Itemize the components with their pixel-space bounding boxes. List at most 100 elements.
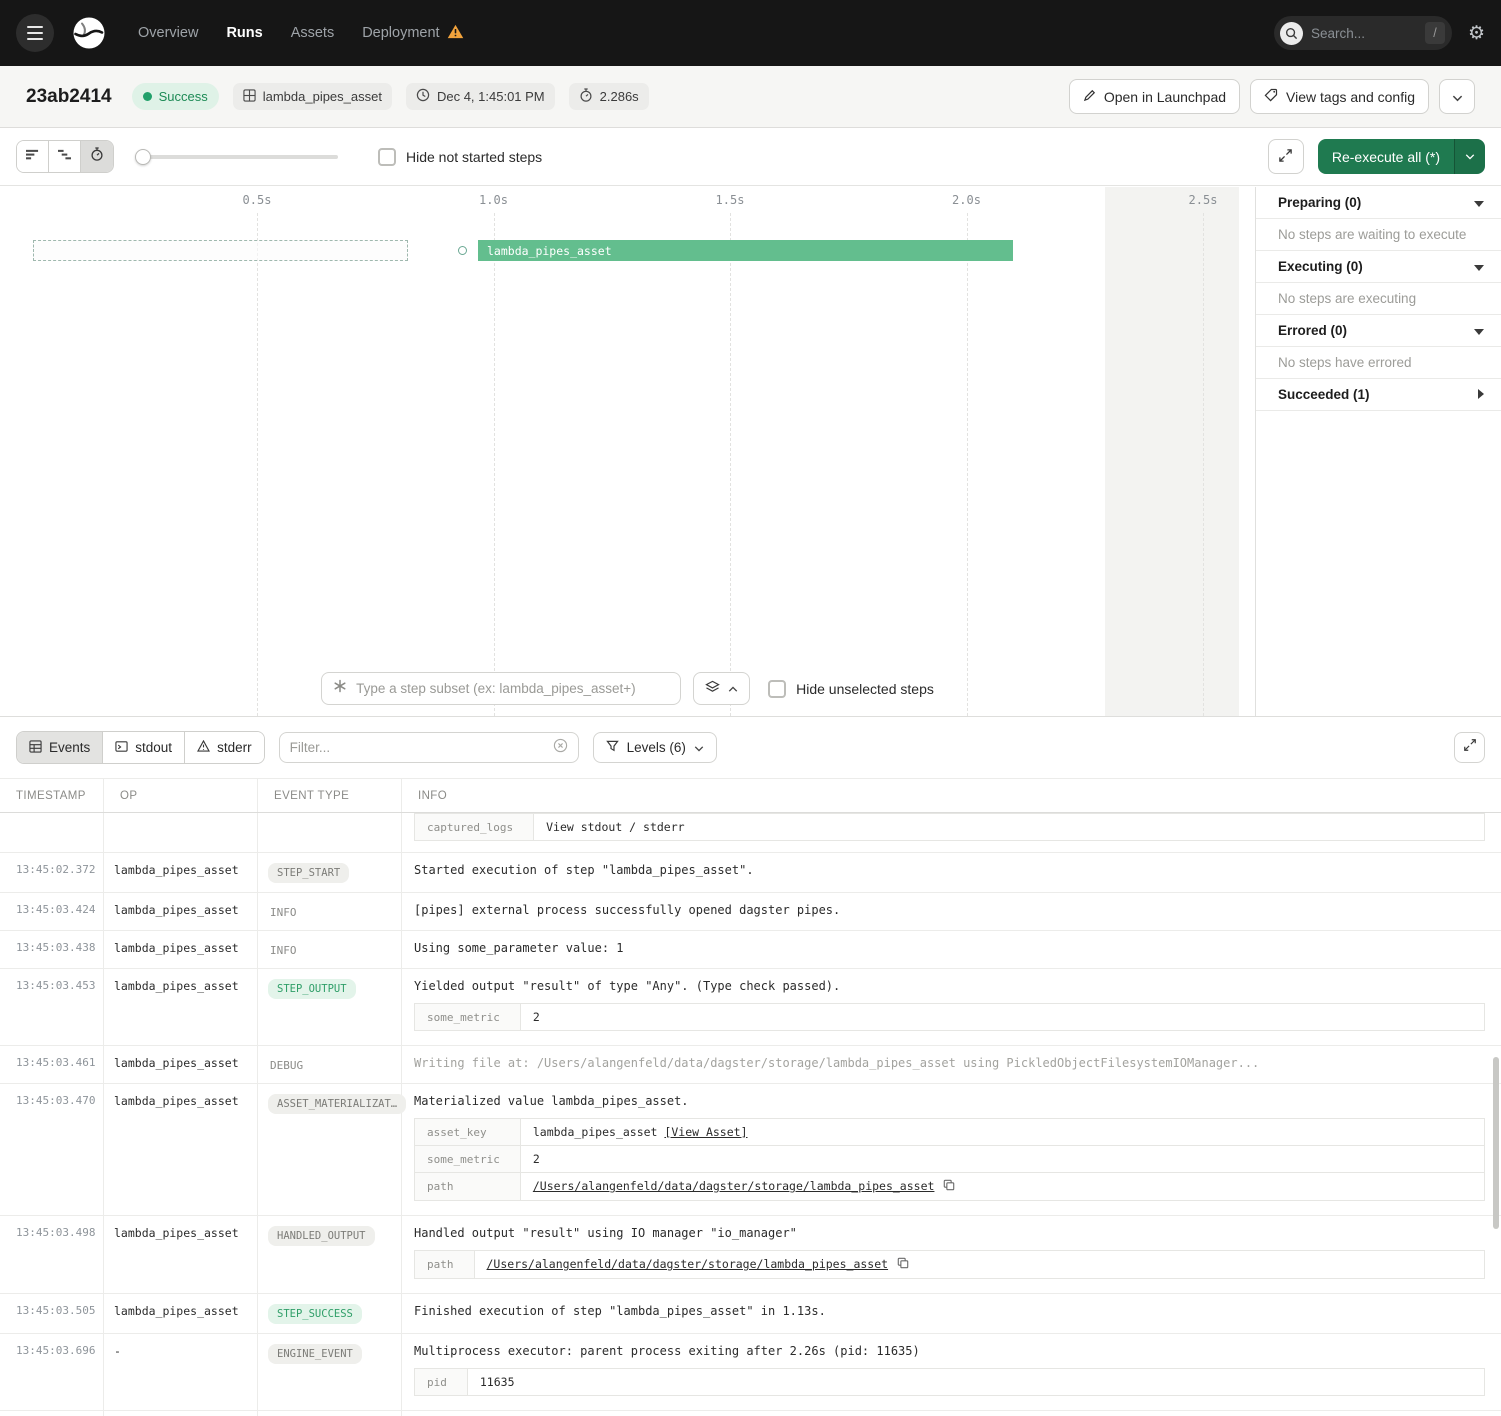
metadata-value: View stdout / stderr [534,814,1485,841]
metadata-value: /Users/alangenfeld/data/dagster/storage/… [474,1251,1485,1279]
axis-tick-label: 1.5s [716,193,745,207]
step-subset-input[interactable] [356,681,669,696]
metadata-key: some_metric [415,1146,521,1173]
view-tags-config-button[interactable]: View tags and config [1250,79,1429,114]
zoom-slider-knob[interactable] [135,149,151,165]
metadata-value: lambda_pipes_asset [View Asset] [520,1119,1484,1146]
graph-query-toggle-button[interactable] [693,672,750,705]
metadata-row: path/Users/alangenfeld/data/dagster/stor… [415,1173,1485,1201]
log-timestamp: 13:45:03.696 [0,1334,104,1410]
metadata-key: path [415,1251,475,1279]
nav-item-deployment[interactable]: Deployment [362,24,463,43]
gantt-unselected-range[interactable] [33,240,408,261]
log-info-text: Multiprocess executor: parent process ex… [414,1344,1485,1358]
column-header-timestamp[interactable]: TIMESTAMP [0,779,104,812]
op-selector-icon [333,679,347,698]
log-info-text: Started execution of step "lambda_pipes_… [414,863,1485,877]
metadata-link[interactable]: /Users/alangenfeld/data/dagster/storage/… [533,1179,935,1193]
gantt-fullscreen-button[interactable] [1268,139,1304,174]
log-event-type: INFO [258,931,402,968]
log-row[interactable]: 13:45:03.424lambda_pipes_assetINFO[pipes… [0,893,1501,931]
hide-not-started-checkbox[interactable] [378,148,396,166]
axis-tick-label: 2.0s [952,193,981,207]
metadata-row: path/Users/alangenfeld/data/dagster/stor… [415,1251,1485,1279]
nav-item-assets[interactable]: Assets [291,25,335,41]
log-filter-input[interactable] [290,740,545,755]
log-tabs: Events stdout stderr [16,731,265,764]
metadata-table: some_metric2 [414,1003,1485,1031]
log-row[interactable]: 13:45:03.453lambda_pipes_assetSTEP_OUTPU… [0,969,1501,1046]
log-row[interactable]: 13:45:03.696-ENGINE_EVENT Multiprocess ex… [0,1334,1501,1411]
step-subset-field[interactable] [321,672,681,705]
dagster-logo-icon[interactable] [68,12,110,54]
event-type-badge: HANDLED_OUTPUT [268,1226,375,1246]
hamburger-menu-icon[interactable] [16,14,54,52]
view-mode-timed-button[interactable] [81,141,113,172]
log-row[interactable]: 13:45:03.701-RUN_SUCCESSFinished executi… [0,1411,1501,1416]
hide-unselected-checkbox[interactable] [768,680,786,698]
column-header-info[interactable]: INFO [402,779,1501,812]
open-in-launchpad-button[interactable]: Open in Launchpad [1069,79,1240,114]
log-op [104,813,258,852]
log-info-text: Yielded output "result" of type "Any". (… [414,979,1485,993]
header-more-button[interactable] [1439,79,1475,114]
section-executing[interactable]: Executing (0) [1256,251,1501,283]
log-row[interactable]: 13:45:02.372lambda_pipes_assetSTEP_START… [0,853,1501,893]
metadata-link[interactable]: /Users/alangenfeld/data/dagster/storage/… [487,1257,889,1271]
copy-icon[interactable] [943,1179,955,1194]
gantt-step-bar[interactable]: lambda_pipes_asset [478,240,1013,261]
events-table-body: captured_logsView stdout / stderr13:45:0… [0,813,1501,1416]
gantt-toolbar-right: Re-execute all (*) [1268,139,1485,174]
metadata-row: some_metric2 [415,1146,1485,1173]
metadata-link[interactable]: [View Asset] [664,1125,747,1139]
section-succeeded[interactable]: Succeeded (1) [1256,379,1501,411]
expand-icon [1278,148,1293,166]
tab-stderr[interactable]: stderr [185,732,264,763]
log-op: - [104,1334,258,1410]
logs-toolbar: Events stdout stderr Levels (6) [0,717,1501,779]
log-op: lambda_pipes_asset [104,1216,258,1293]
logs-scrollbar[interactable] [1493,1057,1499,1229]
tab-stdout[interactable]: stdout [103,732,185,763]
expand-icon [1463,738,1477,757]
view-mode-waterfall-button[interactable] [49,141,81,172]
log-info: Yielded output "result" of type "Any". (… [402,969,1501,1045]
log-row[interactable]: 13:45:03.498lambda_pipes_assetHANDLED_OU… [0,1216,1501,1294]
search-input[interactable] [1311,26,1417,41]
nav-item-overview[interactable]: Overview [138,25,198,41]
event-type-badge: STEP_SUCCESS [268,1304,362,1324]
copy-icon[interactable] [897,1257,909,1272]
event-type-badge: ENGINE_EVENT [268,1344,362,1364]
column-header-op[interactable]: OP [104,779,258,812]
chevron-down-icon [1474,323,1484,338]
log-row[interactable]: captured_logsView stdout / stderr [0,813,1501,853]
log-event-type: STEP_SUCCESS [258,1294,402,1333]
chevron-down-icon [1452,89,1463,105]
log-row[interactable]: 13:45:03.438lambda_pipes_assetINFOUsing … [0,931,1501,969]
global-search[interactable]: / [1274,16,1452,50]
log-event-type: DEBUG [258,1046,402,1083]
log-op: lambda_pipes_asset [104,1294,258,1333]
reexecute-dropdown-button[interactable] [1454,139,1485,174]
log-info-text: Finished execution of step "lambda_pipes… [414,1304,1485,1318]
header-actions: Open in Launchpad View tags and config [1069,79,1475,114]
logs-fullscreen-button[interactable] [1454,732,1485,763]
log-row[interactable]: 13:45:03.470lambda_pipes_assetASSET_MATE… [0,1084,1501,1216]
reexecute-all-button[interactable]: Re-execute all (*) [1318,139,1485,174]
section-preparing[interactable]: Preparing (0) [1256,187,1501,219]
tab-events[interactable]: Events [17,732,103,763]
levels-dropdown[interactable]: Levels (6) [593,732,717,763]
log-filter-field[interactable] [279,732,579,763]
log-info-text: Materialized value lambda_pipes_asset. [414,1094,1485,1108]
nav-item-runs[interactable]: Runs [226,25,262,41]
clear-filter-icon[interactable] [553,738,568,758]
section-errored[interactable]: Errored (0) [1256,315,1501,347]
status-badge[interactable]: Success [132,83,219,110]
log-row[interactable]: 13:45:03.505lambda_pipes_assetSTEP_SUCCE… [0,1294,1501,1334]
log-row[interactable]: 13:45:03.461lambda_pipes_assetDEBUGWriti… [0,1046,1501,1084]
zoom-slider[interactable] [138,155,338,159]
gear-icon[interactable]: ⚙ [1468,24,1485,43]
column-header-event-type[interactable]: EVENT TYPE [258,779,402,812]
view-mode-flat-button[interactable] [17,141,49,172]
asset-tag[interactable]: lambda_pipes_asset [233,83,392,110]
